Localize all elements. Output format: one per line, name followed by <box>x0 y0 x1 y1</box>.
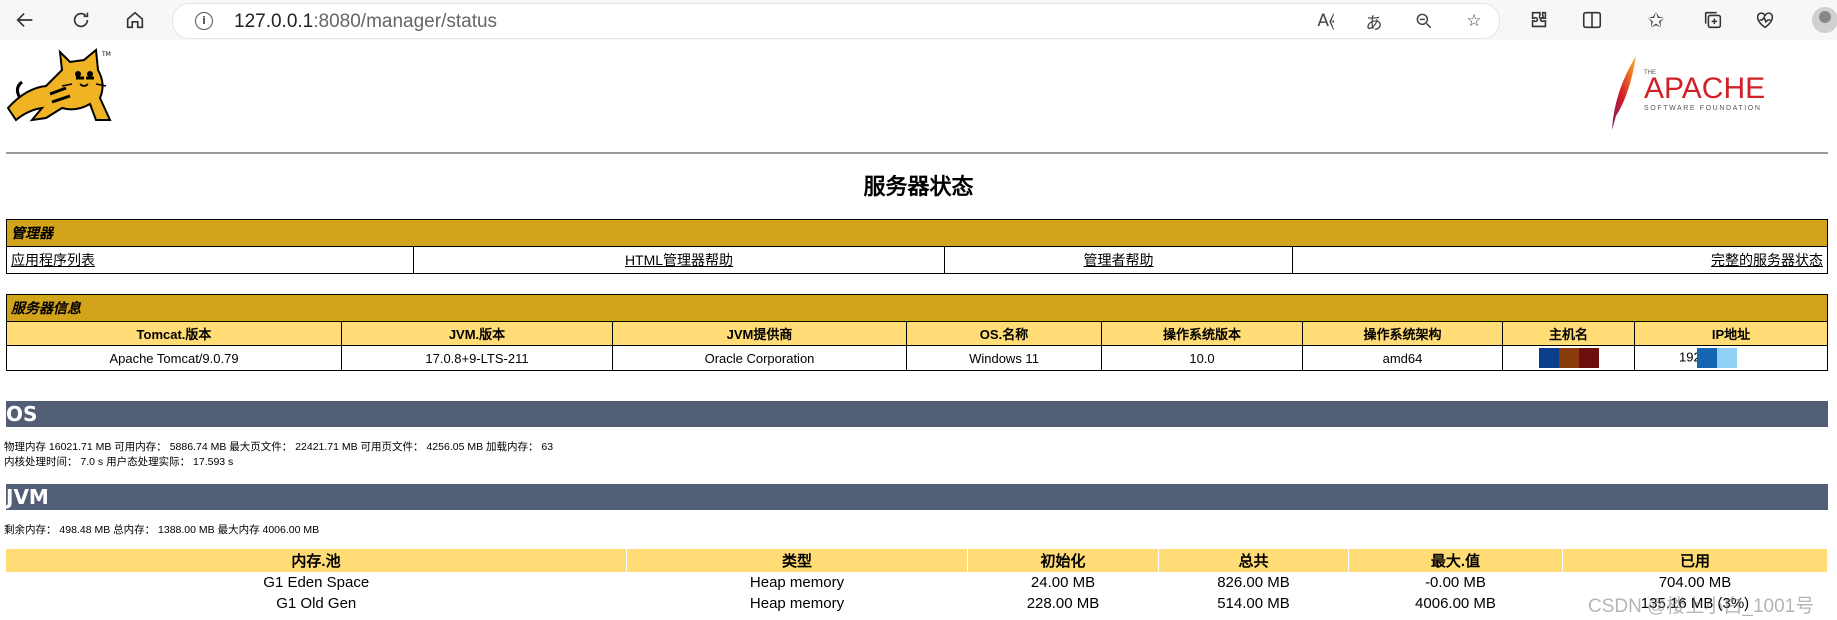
column-header: 类型 <box>626 549 968 572</box>
url-text[interactable]: 127.0.0.1:8080/manager/status <box>234 11 497 33</box>
svg-text:TM: TM <box>101 51 111 58</box>
column-header: 总共 <box>1158 549 1349 572</box>
column-header: OS.名称 <box>906 321 1102 346</box>
app-list-link[interactable]: 应用程序列表 <box>11 252 95 268</box>
memory-total-cell: 514.00 MB <box>1158 593 1349 614</box>
svg-text:SOFTWARE FOUNDATION: SOFTWARE FOUNDATION <box>1644 105 1762 112</box>
zoom-out-icon[interactable] <box>1411 9 1437 33</box>
memory-total-cell: 826.00 MB <box>1158 572 1349 593</box>
manager-section-header: 管理器 <box>6 219 1828 247</box>
os-version-value: 10.0 <box>1101 345 1303 371</box>
read-aloud-icon[interactable]: A⦑ <box>1313 9 1339 33</box>
table-row: G1 Eden Space Heap memory 24.00 MB 826.0… <box>6 572 1828 593</box>
os-name-value: Windows 11 <box>906 345 1102 371</box>
manager-help-link[interactable]: 管理者帮助 <box>1084 252 1154 268</box>
redaction-block <box>1578 348 1599 368</box>
home-button[interactable] <box>119 4 151 36</box>
column-header: 已用 <box>1562 549 1828 572</box>
manager-table: 管理器 应用程序列表 HTML管理器帮助 管理者帮助 完整的服务器状态 <box>6 219 1828 274</box>
memory-used-cell: 704.00 MB <box>1562 572 1828 593</box>
header-divider <box>6 152 1828 154</box>
svg-text:APACHE: APACHE <box>1644 72 1765 105</box>
jvm-vendor-value: Oracle Corporation <box>612 345 907 371</box>
tomcat-version-value: Apache Tomcat/9.0.79 <box>6 345 342 371</box>
page-title: 服务器状态 <box>863 174 974 199</box>
manager-link-cell: 应用程序列表 <box>6 246 414 274</box>
memory-pool-cell: G1 Old Gen <box>6 593 627 614</box>
column-header: 初始化 <box>967 549 1159 572</box>
column-header: 操作系统架构 <box>1302 321 1503 346</box>
profile-avatar[interactable] <box>1812 7 1837 33</box>
complete-server-status-link[interactable]: 完整的服务器状态 <box>1711 252 1823 268</box>
column-header: Tomcat.版本 <box>6 321 342 346</box>
column-header: JVM提供商 <box>612 321 907 346</box>
redaction-block <box>1558 348 1579 368</box>
manager-link-cell: 完整的服务器状态 <box>1292 246 1828 274</box>
column-header: 主机名 <box>1502 321 1635 346</box>
memory-type-cell: Heap memory <box>626 572 968 593</box>
column-header: 内存.池 <box>6 549 627 572</box>
manager-link-cell: HTML管理器帮助 <box>413 246 945 274</box>
browser-essentials-icon[interactable] <box>1749 4 1781 36</box>
redaction-block <box>1696 348 1717 368</box>
url-path: :8080/manager/status <box>313 11 498 32</box>
column-header: IP地址 <box>1634 321 1828 346</box>
reload-button[interactable] <box>65 4 97 36</box>
browser-toolbar: i 127.0.0.1:8080/manager/status A⦑ あ ☆ ✩ <box>0 0 1837 40</box>
hostname-value <box>1502 345 1635 371</box>
table-row: G1 Old Gen Heap memory 228.00 MB 514.00 … <box>6 593 1828 614</box>
os-arch-value: amd64 <box>1302 345 1503 371</box>
home-icon <box>126 11 144 29</box>
extensions-icon[interactable] <box>1523 4 1555 36</box>
jvm-version-value: 17.0.8+9-LTS-211 <box>341 345 613 371</box>
server-info-header: 服务器信息 <box>6 294 1828 322</box>
html-manager-help-link[interactable]: HTML管理器帮助 <box>625 252 733 268</box>
redaction-block <box>1716 348 1737 368</box>
column-header: 操作系统版本 <box>1101 321 1303 346</box>
column-header: 最大.值 <box>1348 549 1563 572</box>
memory-init-cell: 228.00 MB <box>967 593 1159 614</box>
memory-max-cell: -0.00 MB <box>1348 572 1563 593</box>
favorite-star-icon[interactable]: ☆ <box>1461 9 1487 33</box>
favorites-icon[interactable]: ✩ <box>1640 4 1672 36</box>
memory-init-cell: 24.00 MB <box>967 572 1159 593</box>
column-header: JVM.版本 <box>341 321 613 346</box>
os-cpu-time-info: 内核处理时间： 7.0 s 用户态处理实际： 17.593 s <box>4 456 234 468</box>
apache-logo[interactable]: THE APACHE SOFTWARE FOUNDATION <box>1600 52 1800 132</box>
split-screen-icon[interactable] <box>1576 4 1608 36</box>
tomcat-logo[interactable]: TM <box>6 48 114 124</box>
collections-icon[interactable] <box>1697 4 1729 36</box>
os-section-header: OS <box>6 401 1828 427</box>
address-bar[interactable]: i 127.0.0.1:8080/manager/status A⦑ あ ☆ <box>172 3 1500 39</box>
jvm-memory-info: 剩余内存： 498.48 MB 总内存： 1388.00 MB 最大内存 400… <box>4 524 320 536</box>
manager-link-cell: 管理者帮助 <box>944 246 1293 274</box>
site-info-icon[interactable]: i <box>195 12 213 30</box>
csdn-watermark: CSDN @楼上小白_1001号 <box>1588 596 1815 617</box>
back-button[interactable] <box>9 4 41 36</box>
jvm-section-header: JVM <box>6 484 1828 510</box>
redaction-block <box>1538 348 1559 368</box>
memory-max-cell: 4006.00 MB <box>1348 593 1563 614</box>
ip-address-value: 192 <box>1634 345 1828 371</box>
memory-pool-table: 内存.池 类型 初始化 总共 最大.值 已用 G1 Eden Space Hea… <box>6 549 1828 614</box>
memory-pool-cell: G1 Eden Space <box>6 572 627 593</box>
url-host: 127.0.0.1 <box>234 11 314 32</box>
memory-type-cell: Heap memory <box>626 593 968 614</box>
reload-icon <box>73 12 89 28</box>
back-arrow-icon <box>16 12 33 28</box>
os-memory-info: 物理内存 16021.71 MB 可用内存： 5886.74 MB 最大页文件：… <box>4 441 554 453</box>
server-info-table: 服务器信息 Tomcat.版本 JVM.版本 JVM提供商 OS.名称 操作系统… <box>6 294 1828 371</box>
translate-icon[interactable]: あ <box>1361 9 1387 34</box>
